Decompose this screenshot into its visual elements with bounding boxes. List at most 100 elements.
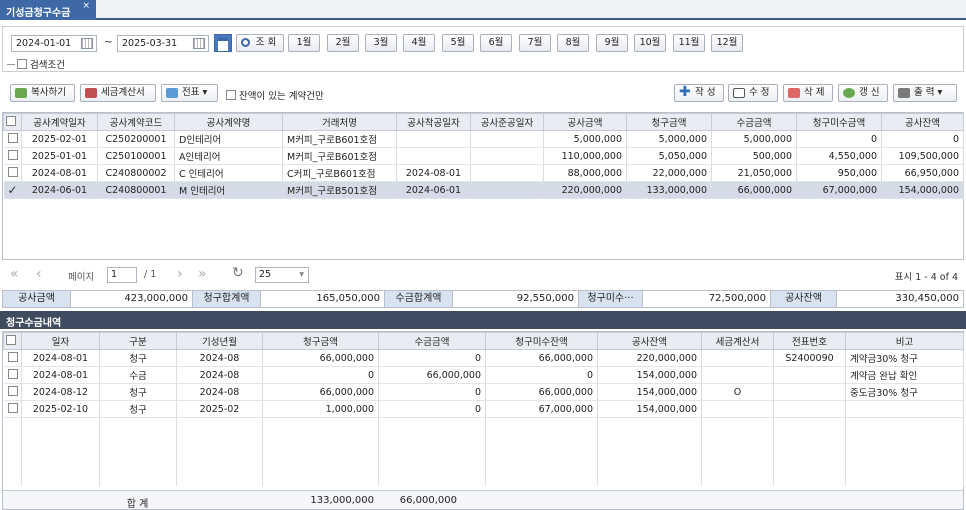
month-button-8[interactable]: 8월 <box>557 34 589 52</box>
table-row[interactable]: 2024-08-01 C240800002 C 인테리어 C커피_구로B601호점 20… <box>3 164 964 182</box>
calendar-icon[interactable] <box>214 34 232 52</box>
column-header[interactable]: 일자 <box>21 332 100 350</box>
table-row[interactable]: 2025-02-10 청구 2025-02 1,000,000 0 67,000,000 1… <box>3 400 964 418</box>
refresh-button[interactable]: 갱 신 <box>838 84 888 102</box>
copy-button[interactable]: 복사하기 <box>10 84 75 102</box>
table-row[interactable]: 2024-08-12 청구 2024-08 66,000,000 0 66,000,000… <box>3 383 964 401</box>
month-button-6[interactable]: 6월 <box>480 34 512 52</box>
column-header[interactable]: 청구금액 <box>262 332 379 350</box>
column-header[interactable]: 수금금액 <box>378 332 486 350</box>
date-from-input[interactable]: 2024-01-01 <box>11 35 97 52</box>
table-row[interactable]: 2025-01-01 C250100001 A인테리어 M커피_구로B601호점 110… <box>3 147 964 165</box>
month-button-5[interactable]: 5월 <box>442 34 474 52</box>
first-page-icon[interactable]: « <box>10 266 19 282</box>
month-button-7[interactable]: 7월 <box>519 34 551 52</box>
tax-invoice-button[interactable]: 세금계산서 <box>80 84 156 102</box>
checkbox-icon[interactable] <box>7 352 18 362</box>
write-button[interactable]: ✚ 작 성 <box>674 84 724 102</box>
column-header[interactable]: 수금금액 <box>711 113 797 131</box>
page-size-select[interactable]: 25 ▾ <box>255 267 309 283</box>
row-checkbox[interactable] <box>3 164 22 182</box>
calendar-icon[interactable] <box>81 38 93 49</box>
checkbox-icon[interactable] <box>6 116 16 126</box>
select-all-header[interactable] <box>3 113 22 131</box>
column-header[interactable]: 공사잔액 <box>881 113 964 131</box>
edit-button[interactable]: 수 정 <box>728 84 778 102</box>
query-button[interactable]: 조 회 <box>236 34 284 52</box>
column-header[interactable]: 공사잔액 <box>597 332 702 350</box>
footer-billed-value: 133,000,000 <box>310 495 374 506</box>
last-page-icon[interactable]: » <box>198 266 207 282</box>
date-to-input[interactable]: 2025-03-31 <box>117 35 209 52</box>
table-row[interactable]: 2024-08-01 청구 2024-08 66,000,000 0 66,000,000… <box>3 349 964 367</box>
search-icon <box>241 38 250 47</box>
row-checkbox[interactable]: ✓ <box>3 181 22 199</box>
column-header[interactable]: 세금계산서 <box>701 332 774 350</box>
table-row[interactable]: ✓ 2024-06-01 C240800001 M 인테리어 M커피_구로B501호점 2… <box>3 181 964 199</box>
column-header[interactable]: 비고 <box>845 332 964 350</box>
select-all-header[interactable] <box>3 332 22 350</box>
month-button-9[interactable]: 9월 <box>596 34 628 52</box>
table-row[interactable]: 2024-08-01 수금 2024-08 0 66,000,000 0 154,000,0… <box>3 366 964 384</box>
checkbox-icon[interactable] <box>7 133 18 143</box>
total-received-value: 92,550,000 <box>453 291 579 307</box>
row-checkbox[interactable] <box>3 130 22 148</box>
month-button-3[interactable]: 3월 <box>365 34 397 52</box>
checkbox-icon[interactable] <box>7 386 18 396</box>
month-button-10[interactable]: 10월 <box>634 34 666 52</box>
column-header[interactable]: 전표번호 <box>773 332 846 350</box>
column-header[interactable]: 거래처명 <box>282 113 397 131</box>
column-header[interactable]: 공사착공일자 <box>396 113 471 131</box>
voucher-dropdown[interactable]: 전표 ▾ <box>161 84 218 102</box>
tab-label: 기성금청구수금 <box>6 8 71 19</box>
cell-type: 청구 <box>99 400 177 418</box>
cell-received: 66,000,000 <box>711 181 797 199</box>
reload-icon[interactable]: ↻ <box>232 265 244 281</box>
column-header[interactable]: 기성년월 <box>176 332 263 350</box>
row-checkbox[interactable] <box>3 147 22 165</box>
checkbox-icon[interactable] <box>7 167 18 177</box>
cell-billed: 5,050,000 <box>626 147 712 165</box>
page-input[interactable]: 1 <box>107 267 137 283</box>
delete-button[interactable]: 삭 제 <box>783 84 833 102</box>
calendar-icon[interactable] <box>193 38 205 49</box>
column-header[interactable]: 청구미수금액 <box>796 113 882 131</box>
column-header[interactable]: 공사계약코드 <box>97 113 175 131</box>
tab-billing[interactable]: 기성금청구수금 × <box>0 0 96 20</box>
column-header[interactable]: 구분 <box>99 332 177 350</box>
checkbox-icon[interactable] <box>7 403 18 413</box>
column-header[interactable]: 공사계약일자 <box>21 113 98 131</box>
cell-billed: 66,000,000 <box>262 383 379 401</box>
checkbox-icon[interactable] <box>7 150 18 160</box>
row-checkbox[interactable] <box>3 349 22 367</box>
row-checkbox[interactable] <box>3 383 22 401</box>
month-button-2[interactable]: 2월 <box>327 34 359 52</box>
checkbox-icon[interactable] <box>6 335 16 345</box>
column-header[interactable]: 공사준공일자 <box>470 113 544 131</box>
checkbox-icon[interactable] <box>7 369 18 379</box>
cell-balance: 220,000,000 <box>597 349 702 367</box>
cell-received: 21,050,000 <box>711 164 797 182</box>
table-row[interactable]: 2025-02-01 C250200001 D인테리어 M커피_구로B601호점 5,0… <box>3 130 964 148</box>
row-checkbox[interactable] <box>3 400 22 418</box>
prev-page-icon[interactable]: ‹ <box>36 266 42 282</box>
cell-start <box>396 130 471 148</box>
month-button-4[interactable]: 4월 <box>403 34 435 52</box>
cell-balance: 0 <box>881 130 964 148</box>
month-button-12[interactable]: 12월 <box>711 34 743 52</box>
column-header[interactable]: 청구금액 <box>626 113 712 131</box>
print-dropdown[interactable]: 출 력 ▾ <box>893 84 957 102</box>
column-header[interactable]: 공사금액 <box>543 113 627 131</box>
cell-type: 청구 <box>99 349 177 367</box>
balance-only-checkbox[interactable]: 잔액이 있는 계약건만 <box>226 88 324 102</box>
close-icon[interactable]: × <box>82 1 90 11</box>
month-button-11[interactable]: 11월 <box>673 34 705 52</box>
month-button-1[interactable]: 1월 <box>288 34 320 52</box>
next-page-icon[interactable]: › <box>177 266 183 282</box>
checkbox-icon[interactable] <box>226 90 236 100</box>
column-header[interactable]: 공사계약명 <box>174 113 283 131</box>
row-checkbox[interactable] <box>3 366 22 384</box>
search-condition-toggle[interactable]: 검색조건 <box>7 57 65 71</box>
checkbox-icon[interactable] <box>17 59 27 69</box>
column-header[interactable]: 청구미수잔액 <box>485 332 598 350</box>
